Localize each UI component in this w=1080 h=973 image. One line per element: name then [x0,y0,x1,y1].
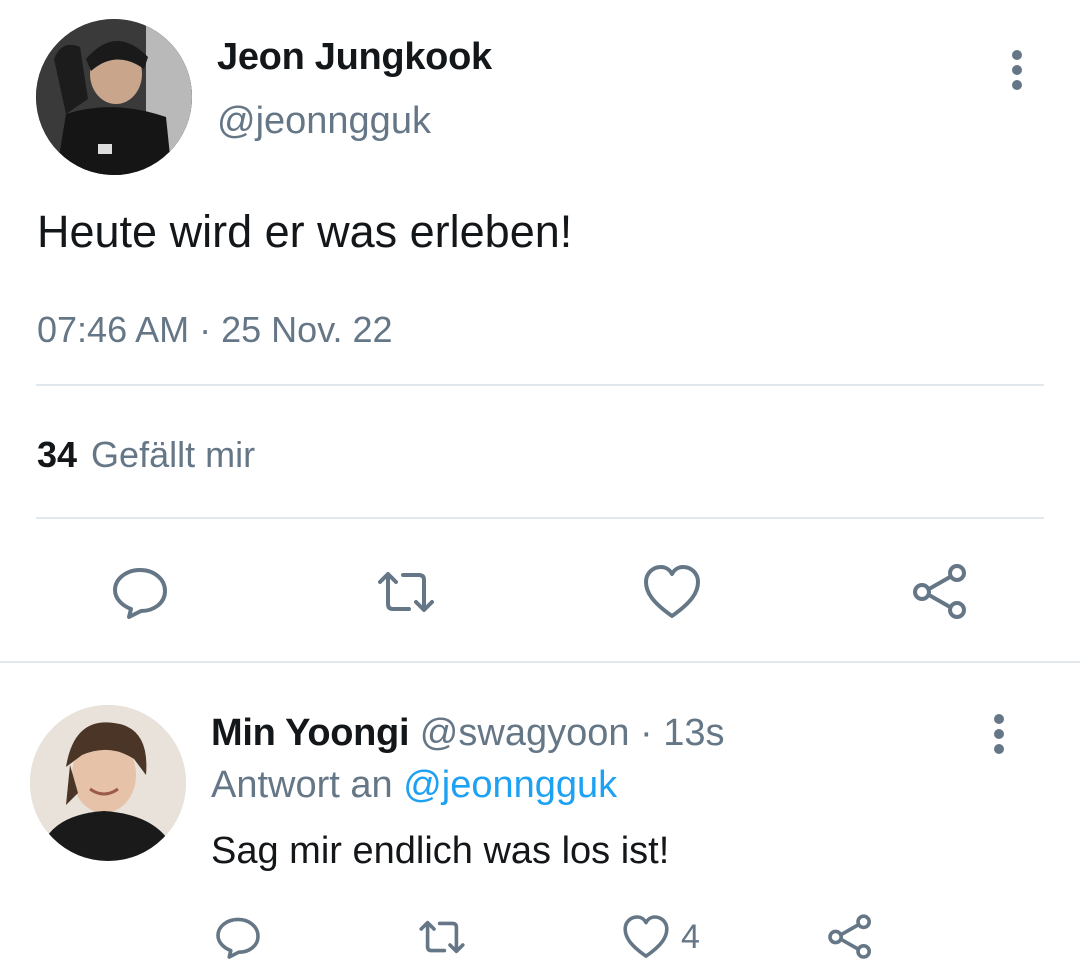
share-icon[interactable] [826,913,874,961]
divider [36,517,1044,519]
tweet-text: Heute wird er was erleben! [37,206,573,257]
tweet-time: 07:46 AM [37,309,190,350]
reply-author-handle[interactable]: @swagyoon [420,712,630,754]
like-label: Gefällt mir [91,434,256,475]
more-dot [994,744,1004,754]
retweet-icon[interactable] [418,913,466,961]
reply-to-mention[interactable]: @jeonngguk [403,764,617,806]
more-dot [1012,65,1022,75]
meta-separator: · [199,309,212,350]
tweet-date: 25 Nov. 22 [221,309,393,350]
reply-author-name[interactable]: Min Yoongi [211,712,410,754]
reply-more-options-button[interactable] [986,714,1012,754]
reply-icon[interactable] [110,562,170,622]
reply-avatar[interactable] [30,705,186,861]
reply-header: Min Yoongi @swagyoon · 13s [211,712,725,755]
tweet-timestamp[interactable]: 07:46 AM · 25 Nov. 22 [37,309,393,351]
avatar[interactable] [36,19,192,175]
reply-time[interactable]: 13s [663,712,724,754]
more-dot [1012,50,1022,60]
heart-icon[interactable] [622,913,670,961]
more-dot [994,714,1004,724]
reply-like-count: 4 [681,918,700,956]
like-count: 34 [37,434,78,475]
more-dot [1012,80,1022,90]
likes-summary[interactable]: 34 Gefällt mir [37,434,255,476]
more-options-button[interactable] [1004,50,1030,90]
divider [36,384,1044,386]
reply-icon[interactable] [214,913,262,961]
reply-text: Sag mir endlich was los ist! [211,830,670,872]
share-icon[interactable] [910,562,970,622]
meta-separator: · [640,712,653,754]
reply-to-prefix: Antwort an [211,764,393,806]
avatar-photo [36,19,192,175]
more-dot [994,729,1004,739]
avatar-photo [30,705,186,861]
author-handle[interactable]: @jeonngguk [217,100,431,143]
author-name[interactable]: Jeon Jungkook [217,36,492,79]
retweet-icon[interactable] [376,562,436,622]
section-divider [0,661,1080,663]
reply-to-line: Antwort an @jeonngguk [211,764,617,807]
heart-icon[interactable] [642,562,702,622]
